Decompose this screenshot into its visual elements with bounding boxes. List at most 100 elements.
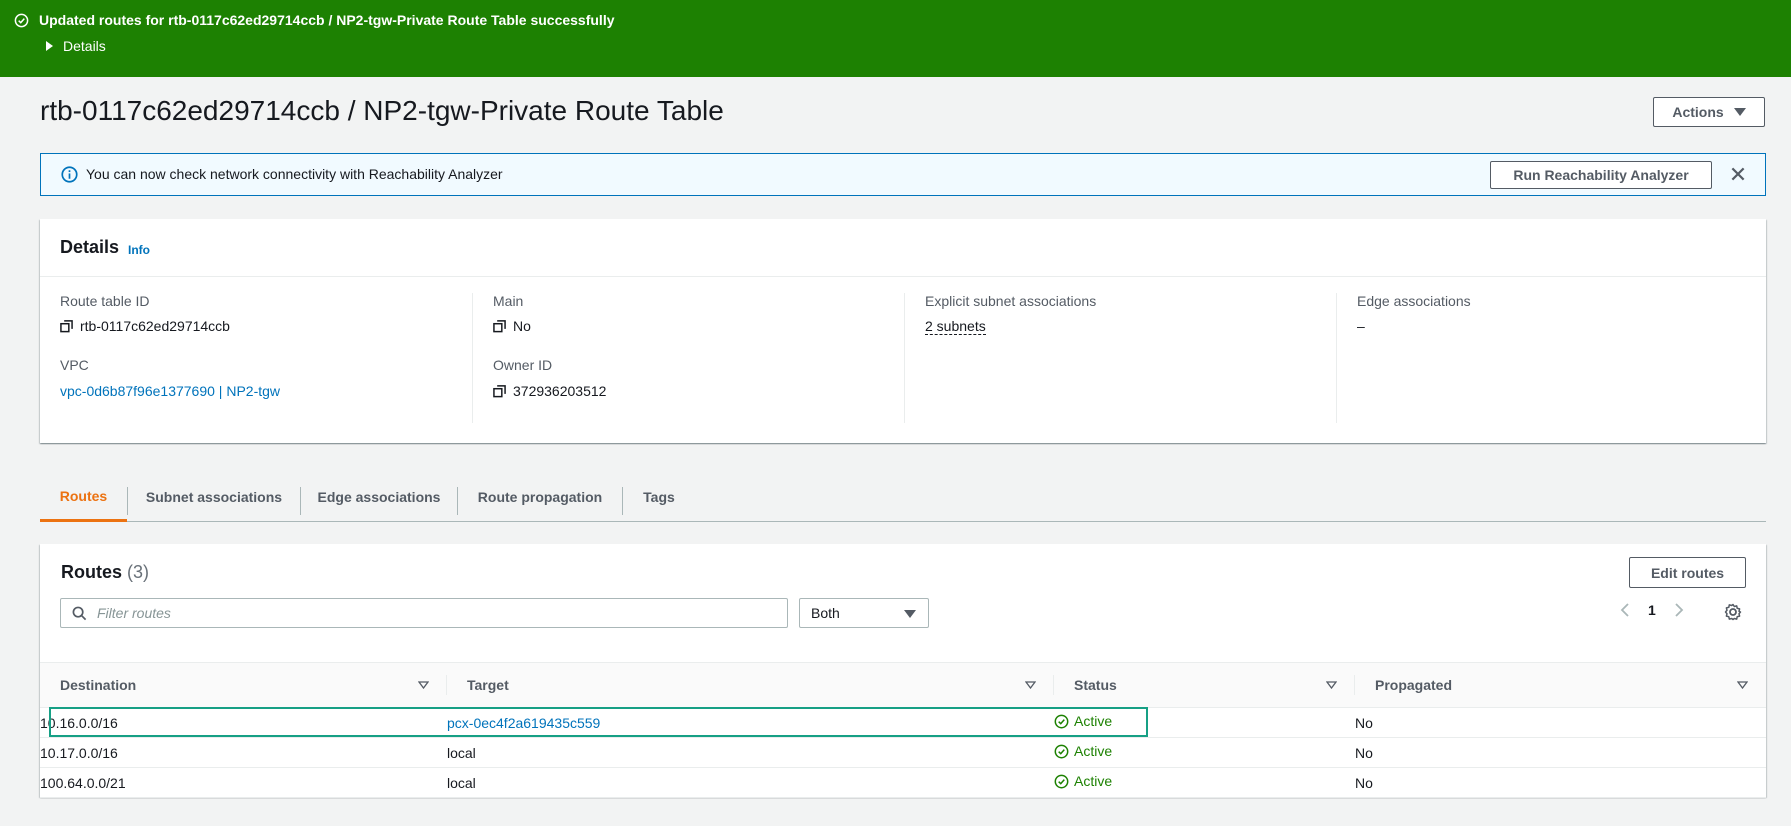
routes-count: (3) xyxy=(127,562,150,582)
gear-icon[interactable] xyxy=(1724,603,1742,621)
tab-tags[interactable]: Tags xyxy=(623,473,695,521)
explicit-subnets-popover[interactable]: 2 subnets xyxy=(925,318,986,335)
main-text: No xyxy=(513,318,531,334)
route-table-id-value: rtb-0117c62ed29714ccb xyxy=(60,318,230,334)
column-header-destination[interactable]: Destination xyxy=(40,662,447,708)
vpc-label: VPC xyxy=(60,357,89,373)
success-check-icon xyxy=(14,13,29,27)
tab-label: Route propagation xyxy=(477,489,603,505)
chevron-left-icon[interactable] xyxy=(1620,602,1630,618)
owner-id-value: 372936203512 xyxy=(493,383,606,399)
details-column-3: Explicit subnet associations 2 subnets xyxy=(904,293,1336,423)
status-cell: Active xyxy=(1054,767,1355,798)
status-badge: Active xyxy=(1054,773,1112,789)
sort-icon xyxy=(1025,681,1036,689)
tab-label: Routes xyxy=(59,488,108,504)
edge-associations-label: Edge associations xyxy=(1357,293,1471,309)
caret-down-icon xyxy=(1733,108,1746,116)
actions-label: Actions xyxy=(1672,104,1724,120)
edit-routes-button[interactable]: Edit routes xyxy=(1629,557,1746,588)
route-table-id-text: rtb-0117c62ed29714ccb xyxy=(80,318,230,334)
status-badge: Active xyxy=(1054,743,1112,759)
explicit-subnet-label: Explicit subnet associations xyxy=(925,293,1097,309)
flash-details-label: Details xyxy=(63,38,106,54)
tab-subnet-associations[interactable]: Subnet associations xyxy=(128,473,300,521)
destination-cell: 100.64.0.0/21 xyxy=(40,767,447,798)
pagination: 1 xyxy=(1620,602,1684,618)
destination-cell: 10.17.0.0/16 xyxy=(40,737,447,768)
route-type-select-value: Both xyxy=(811,605,840,621)
status-text: Active xyxy=(1074,773,1113,790)
flash-message: Updated routes for rtb-0117c62ed29714ccb… xyxy=(39,12,615,28)
table-header-row: Destination Target Status Propagated xyxy=(40,662,1766,708)
tab-label: Tags xyxy=(643,489,675,505)
routes-heading: Routes (3) xyxy=(61,562,149,583)
table-row[interactable]: 10.17.0.0/16 local Active No xyxy=(40,737,1766,768)
edge-associations-value: – xyxy=(1357,318,1365,334)
status-success-icon xyxy=(1054,744,1069,759)
column-header-status[interactable]: Status xyxy=(1054,662,1355,708)
search-icon xyxy=(72,606,87,620)
propagated-cell: No xyxy=(1355,767,1766,798)
main-label: Main xyxy=(493,293,524,309)
success-flash-banner: Updated routes for rtb-0117c62ed29714ccb… xyxy=(0,0,1791,77)
table-row[interactable]: 100.64.0.0/21 local Active No xyxy=(40,767,1766,798)
page-title: rtb-0117c62ed29714ccb / NP2-tgw-Private … xyxy=(40,95,724,126)
filter-routes-box xyxy=(60,598,788,628)
current-page[interactable]: 1 xyxy=(1648,602,1656,618)
flash-details-toggle[interactable]: Details xyxy=(46,38,106,54)
routes-table: Destination Target Status Propagated 10.… xyxy=(40,662,1766,798)
caret-right-icon xyxy=(46,41,53,51)
vpc-link[interactable]: vpc-0d6b87f96e1377690 | NP2-tgw xyxy=(60,383,280,399)
tab-bar: Routes Subnet associations Edge associat… xyxy=(40,473,1766,522)
tab-label: Subnet associations xyxy=(145,489,283,505)
column-header-label: Status xyxy=(1074,677,1117,693)
tab-edge-associations[interactable]: Edge associations xyxy=(301,473,457,521)
sort-icon xyxy=(1326,681,1337,689)
column-header-label: Target xyxy=(467,677,509,693)
info-icon xyxy=(61,166,78,183)
propagated-cell: No xyxy=(1355,707,1766,738)
copy-icon[interactable] xyxy=(493,384,506,398)
target-cell: local xyxy=(447,767,1054,798)
copy-icon[interactable] xyxy=(493,319,506,333)
flash-message-row: Updated routes for rtb-0117c62ed29714ccb… xyxy=(14,12,615,28)
routes-panel: Routes (3) Edit routes Both 1 xyxy=(40,544,1766,798)
close-icon[interactable] xyxy=(1729,165,1747,183)
status-text: Active xyxy=(1074,743,1113,760)
owner-id-text: 372936203512 xyxy=(513,383,607,399)
column-header-label: Destination xyxy=(60,677,137,693)
info-link[interactable]: Info xyxy=(128,243,150,257)
alert-text: You can now check network connectivity w… xyxy=(86,166,503,182)
route-table-id-label: Route table ID xyxy=(60,293,150,309)
details-column-2: Main No Owner ID 372936203512 xyxy=(472,293,904,423)
table-row[interactable]: 10.16.0.0/16 pcx-0ec4f2a619435c559 Activ… xyxy=(40,707,1766,738)
status-cell: Active xyxy=(1054,707,1355,738)
tab-label: Edge associations xyxy=(317,489,441,505)
details-column-4: Edge associations – xyxy=(1336,293,1766,423)
sort-icon xyxy=(1737,681,1748,689)
filter-routes-input[interactable] xyxy=(95,604,775,622)
status-badge: Active xyxy=(1054,713,1112,729)
tab-routes[interactable]: Routes xyxy=(40,473,127,522)
routes-title: Routes xyxy=(61,562,123,582)
owner-id-label: Owner ID xyxy=(493,357,553,373)
caret-down-icon xyxy=(904,610,916,618)
details-header: Details Info xyxy=(40,219,1766,277)
status-cell: Active xyxy=(1054,737,1355,768)
column-header-label: Propagated xyxy=(1375,677,1453,693)
column-header-target[interactable]: Target xyxy=(447,662,1054,708)
destination-cell: 10.16.0.0/16 xyxy=(40,707,447,738)
copy-icon[interactable] xyxy=(60,319,73,333)
details-panel: Details Info Route table ID rtb-0117c62e… xyxy=(40,219,1766,443)
route-type-select[interactable]: Both xyxy=(799,598,929,628)
target-link[interactable]: pcx-0ec4f2a619435c559 xyxy=(447,715,600,731)
run-reachability-analyzer-button[interactable]: Run Reachability Analyzer xyxy=(1490,161,1712,189)
tab-route-propagation[interactable]: Route propagation xyxy=(458,473,622,521)
column-header-propagated[interactable]: Propagated xyxy=(1355,662,1766,708)
chevron-right-icon[interactable] xyxy=(1674,602,1684,618)
actions-button[interactable]: Actions xyxy=(1653,97,1765,127)
main-value: No xyxy=(493,318,531,334)
target-cell: local xyxy=(447,737,1054,768)
details-column-1: Route table ID rtb-0117c62ed29714ccb VPC… xyxy=(40,293,472,423)
